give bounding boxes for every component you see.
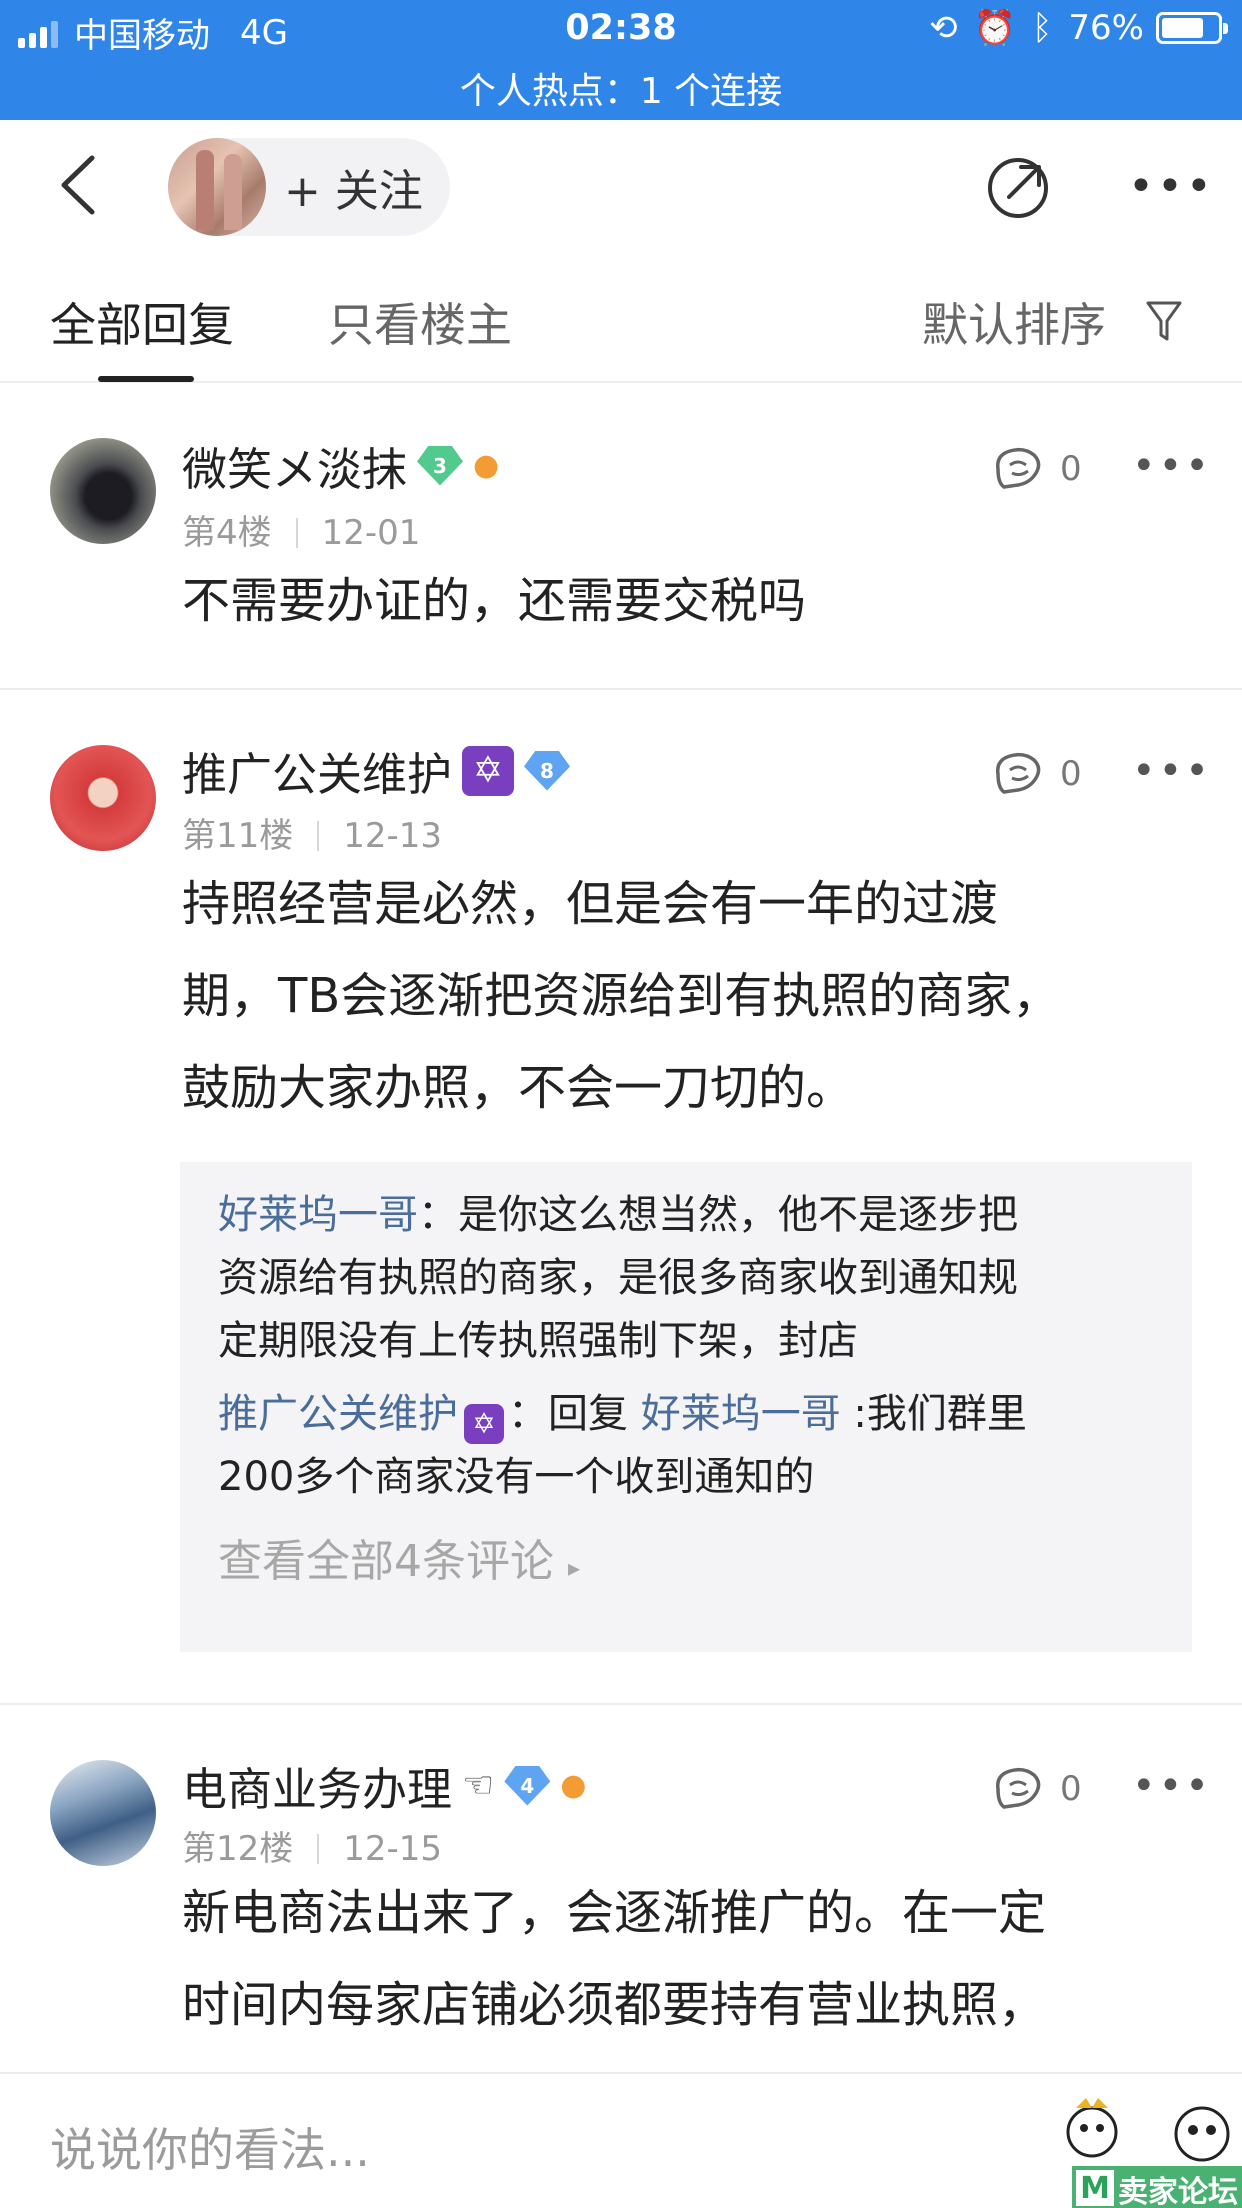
like-hand-icon — [996, 752, 1041, 794]
level-badge: 8 — [524, 750, 571, 791]
tab-active-indicator — [98, 376, 194, 382]
view-all-comments-link[interactable]: 查看全部4条评论 ▸ — [218, 1527, 1154, 1603]
post-content: 新电商法出来了，会逐渐推广的。在一定 时间内每家店铺必须都要持有营业执照， — [182, 1867, 1182, 2051]
follow-button[interactable]: + 关注 — [168, 138, 450, 236]
more-options-icon[interactable]: ••• — [1128, 165, 1215, 209]
svg-text:卖家论坛: 卖家论坛 — [1118, 2175, 1238, 2208]
star-of-david-icon: ✡ — [462, 745, 515, 796]
comment-input-bar: 说说你的看法... M 卖家论坛 — [0, 2072, 1242, 2208]
reply-post: 微笑メ淡抹 3 ● 第4楼 12-01 0 ••• 不需要办证的，还需要交税吗 — [0, 383, 1242, 688]
watermark-logo: M 卖家论坛 — [1066, 2098, 1242, 2208]
sort-dropdown[interactable]: 默认排序 — [922, 289, 1106, 355]
content-line: 期，TB会逐渐把资源给到有执照的商家， — [182, 968, 1061, 1024]
author-name[interactable]: 电商业务办理 — [182, 1753, 452, 1818]
avatar[interactable] — [50, 745, 156, 851]
comment-input[interactable]: 说说你的看法... — [50, 2114, 370, 2180]
share-icon[interactable] — [985, 155, 1051, 221]
nav-bar: + 关注 ••• — [0, 120, 1242, 255]
content-line: 鼓励大家办照，不会一刀切的。 — [182, 1060, 855, 1116]
author-name[interactable]: 微笑メ淡抹 — [182, 433, 407, 498]
like-count: 0 — [1060, 1769, 1082, 1809]
like-button[interactable]: 0 — [990, 443, 1082, 495]
reply-target[interactable]: 好莱坞一哥 — [641, 1391, 841, 1437]
post-more-icon[interactable]: ••• — [1132, 748, 1212, 794]
status-bar: 中国移动 4G 02:38 ⟲ ⏰ ᛒ 76% 个人热点：1 个连接 — [0, 0, 1242, 120]
like-hand-icon — [996, 447, 1041, 489]
reply-tabs: 全部回复 只看楼主 默认排序 — [0, 255, 1242, 383]
post-date: 12-13 — [343, 816, 443, 856]
reply-post: 推广公关维护 ✡ 8 第11楼 12-13 0 ••• 持照经营是必然，但是会有一… — [0, 690, 1242, 1703]
reply-author[interactable]: 推广公关维护 — [218, 1391, 458, 1437]
pointing-hand-icon: ☜ — [462, 1765, 495, 1806]
thread-author-avatar[interactable] — [168, 138, 266, 236]
like-count: 0 — [1060, 449, 1082, 489]
post-more-icon[interactable]: ••• — [1132, 443, 1212, 489]
reply-post: 电商业务办理 ☜ 4 ● 第12楼 12-15 0 ••• 新电商法出来了，会逐渐… — [0, 1705, 1242, 2072]
post-content: 持照经营是必然，但是会有一年的过渡 期，TB会逐渐把资源给到有执照的商家， 鼓励… — [182, 858, 1182, 1134]
follow-label: + 关注 — [284, 166, 423, 217]
tab-all-replies[interactable]: 全部回复 — [50, 289, 234, 355]
hotspot-banner[interactable]: 个人热点：1 个连接 — [0, 62, 1242, 114]
avatar[interactable] — [50, 1760, 156, 1866]
post-content: 不需要办证的，还需要交税吗 — [182, 573, 807, 629]
floor-number: 第12楼 — [182, 1829, 294, 1869]
avatar[interactable] — [50, 438, 156, 544]
tab-op-only[interactable]: 只看楼主 — [328, 289, 512, 355]
reply-author[interactable]: 好莱坞一哥 — [218, 1192, 418, 1238]
chevron-right-icon: ▸ — [568, 1554, 581, 1582]
post-date: 12-01 — [321, 513, 421, 553]
svg-text:M: M — [1080, 2171, 1110, 2206]
level-badge: 4 — [504, 1765, 551, 1806]
fire-badge-icon: ● — [473, 448, 500, 483]
like-button[interactable]: 0 — [990, 748, 1082, 800]
level-badge: 3 — [417, 445, 464, 486]
floor-number: 第4楼 — [182, 513, 272, 553]
like-hand-icon — [996, 1767, 1041, 1809]
like-button[interactable]: 0 — [990, 1763, 1082, 1815]
post-more-icon[interactable]: ••• — [1132, 1763, 1212, 1809]
filter-icon[interactable] — [1145, 299, 1183, 343]
bluetooth-icon: ᛒ — [1032, 8, 1053, 48]
sub-reply[interactable]: 好莱坞一哥：是你这么想当然，他不是逐步把 资源给有执照的商家，是很多商家收到通知… — [218, 1184, 1154, 1373]
sub-replies-box: 好莱坞一哥：是你这么想当然，他不是逐步把 资源给有执照的商家，是很多商家收到通知… — [180, 1162, 1192, 1652]
sub-reply[interactable]: 推广公关维护 ✡ ：回复 好莱坞一哥 :我们群里 200多个商家没有一个收到通知的 — [218, 1383, 1154, 1509]
floor-number: 第11楼 — [182, 816, 294, 856]
battery-icon — [1156, 12, 1228, 44]
post-date: 12-15 — [343, 1829, 443, 1869]
content-line: 时间内每家店铺必须都要持有营业执照， — [182, 1977, 1047, 2033]
star-of-david-icon: ✡ — [464, 1403, 504, 1444]
like-count: 0 — [1060, 754, 1082, 794]
alarm-icon: ⏰ — [973, 8, 1017, 48]
battery-percent: 76% — [1068, 8, 1144, 48]
rotation-lock-icon: ⟲ — [929, 8, 958, 48]
author-name[interactable]: 推广公关维护 — [182, 738, 452, 803]
fire-badge-icon: ● — [560, 1768, 587, 1803]
back-icon[interactable] — [50, 150, 110, 220]
content-line: 新电商法出来了，会逐渐推广的。在一定 — [182, 1885, 1047, 1941]
content-line: 持照经营是必然，但是会有一年的过渡 — [182, 876, 999, 932]
